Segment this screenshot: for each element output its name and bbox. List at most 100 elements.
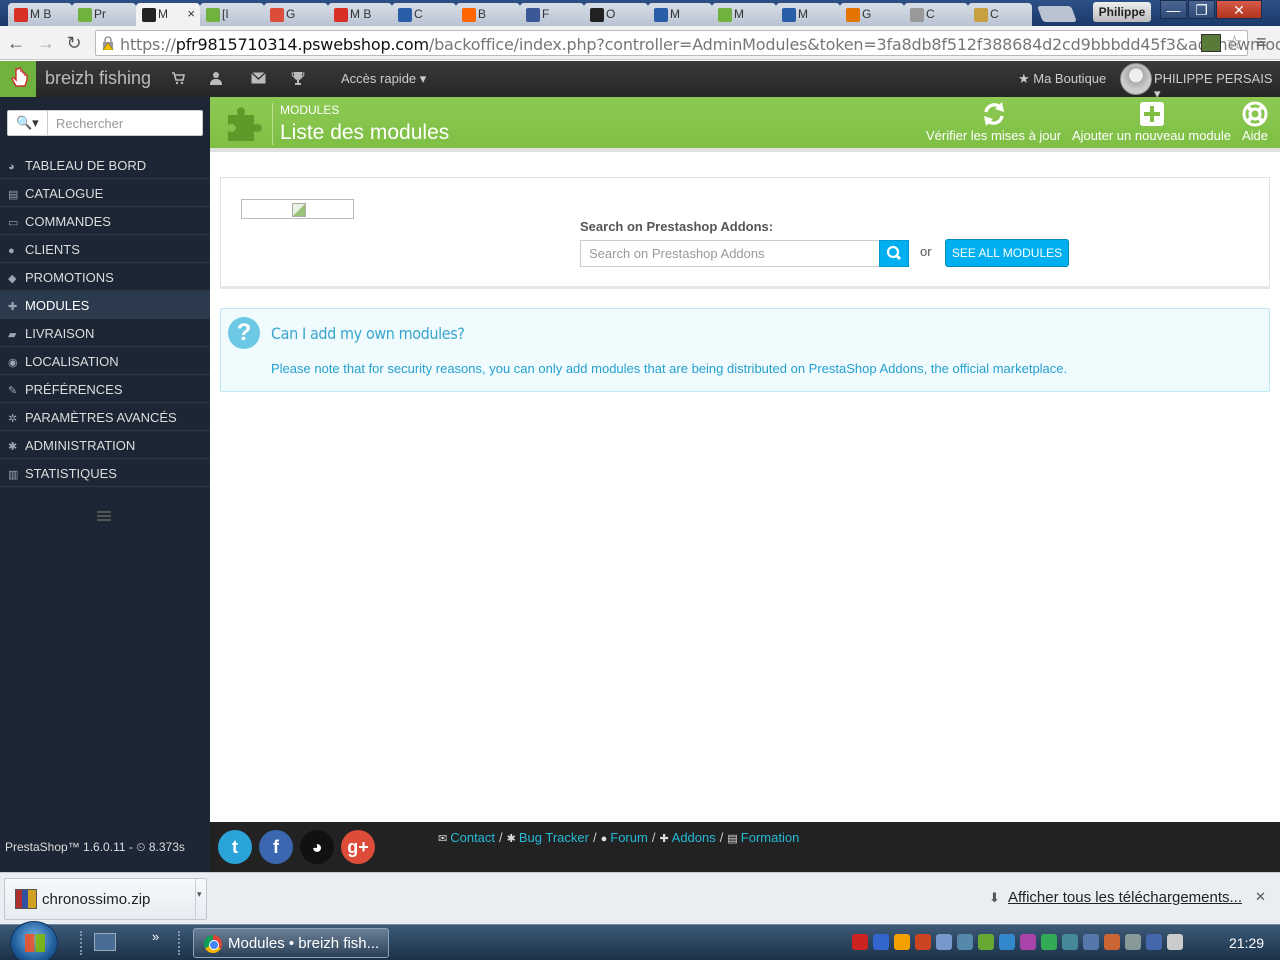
- sidebar-item-localisation[interactable]: ◉ LOCALISATION: [0, 347, 210, 375]
- close-icon[interactable]: ✕: [1255, 889, 1266, 905]
- search-input[interactable]: [50, 113, 200, 133]
- footer-link-forum[interactable]: Forum: [610, 830, 648, 845]
- extension-icon[interactable]: [1201, 34, 1221, 52]
- taskbar-grip-2[interactable]: [178, 931, 184, 955]
- browser-tab[interactable]: M B: [328, 3, 392, 26]
- browser-tab[interactable]: M: [776, 3, 840, 26]
- sidebar-item-label: PARAMÈTRES AVANCÉS: [25, 410, 177, 425]
- browser-tab[interactable]: F: [520, 3, 584, 26]
- shop-name-link[interactable]: breizh fishing: [45, 68, 151, 89]
- facebook-icon[interactable]: f: [259, 830, 293, 864]
- google-plus-icon[interactable]: g+: [341, 830, 375, 864]
- sidebar-item-promotions[interactable]: ◆ PROMOTIONS: [0, 263, 210, 291]
- sidebar-item-modules[interactable]: ✚ MODULES: [0, 291, 210, 319]
- tray-app-icon[interactable]: [852, 934, 868, 950]
- footer-link-contact[interactable]: Contact: [450, 830, 495, 845]
- trophy-icon[interactable]: [290, 71, 306, 87]
- reload-button[interactable]: ↻: [64, 33, 84, 53]
- tray-app-icon[interactable]: [1062, 934, 1078, 950]
- quick-launch-chevron[interactable]: »: [152, 929, 159, 944]
- start-button[interactable]: [10, 921, 58, 960]
- close-window-icon[interactable]: ✕: [1216, 0, 1262, 19]
- browser-tab[interactable]: [I: [200, 3, 264, 26]
- restore-icon[interactable]: ❐: [1188, 0, 1215, 19]
- tray-app-icon[interactable]: [873, 934, 889, 950]
- tray-app-icon[interactable]: [915, 934, 931, 950]
- footer-link-addons[interactable]: Addons: [672, 830, 716, 845]
- tab-label: G: [286, 7, 296, 21]
- sidebar-item-clients[interactable]: ● CLIENTS: [0, 235, 210, 263]
- sidebar-item-preferences[interactable]: ✎ PRÉFÉRENCES: [0, 375, 210, 403]
- addons-search-input[interactable]: [580, 240, 880, 267]
- sidebar-item-statistiques[interactable]: ▥ STATISTIQUES: [0, 459, 210, 487]
- twitter-icon[interactable]: t: [218, 830, 252, 864]
- show-desktop-icon[interactable]: [94, 933, 116, 951]
- prestashop-logo[interactable]: [0, 61, 36, 97]
- addons-search-button[interactable]: [879, 240, 909, 267]
- taskbar-chrome-window[interactable]: Modules • breizh fish...: [193, 928, 389, 958]
- sidebar-item-livraison[interactable]: ▰ LIVRAISON: [0, 319, 210, 347]
- new-tab-button[interactable]: [1037, 6, 1077, 22]
- tray-app-icon[interactable]: [1041, 934, 1057, 950]
- tray-app-icon[interactable]: [936, 934, 952, 950]
- add-module-button[interactable]: Ajouter un nouveau module: [1072, 101, 1231, 143]
- tray-app-icon[interactable]: [978, 934, 994, 950]
- tray-app-icon[interactable]: [999, 934, 1015, 950]
- tray-app-icon[interactable]: [894, 934, 910, 950]
- footer-link-formation[interactable]: Formation: [741, 830, 800, 845]
- collapse-menu-icon[interactable]: [97, 511, 111, 521]
- minimize-icon[interactable]: —: [1160, 0, 1187, 19]
- quick-access-dropdown[interactable]: Accès rapide ▾: [341, 71, 426, 87]
- browser-tab[interactable]: B: [456, 3, 520, 26]
- browser-tab[interactable]: G: [840, 3, 904, 26]
- tray-app-icon[interactable]: [1104, 934, 1120, 950]
- my-shop-link[interactable]: ★ Ma Boutique: [1018, 71, 1106, 87]
- sidebar-item-commandes[interactable]: ▭ COMMANDES: [0, 207, 210, 235]
- envelope-icon[interactable]: [250, 71, 266, 87]
- profile-button[interactable]: Philippe: [1093, 2, 1151, 22]
- browser-tab[interactable]: Pr: [72, 3, 136, 26]
- github-icon[interactable]: ◕: [300, 830, 334, 864]
- browser-tab[interactable]: M: [712, 3, 776, 26]
- page-title: Liste des modules: [280, 121, 450, 144]
- browser-tab[interactable]: M ×: [136, 3, 200, 27]
- help-button[interactable]: Aide: [1242, 101, 1268, 143]
- plus-square-icon: [1139, 102, 1164, 126]
- sidebar-item-parametres-avances[interactable]: ✲ PARAMÈTRES AVANCÉS: [0, 403, 210, 431]
- sidebar-item-administration[interactable]: ✱ ADMINISTRATION: [0, 431, 210, 459]
- close-tab-icon[interactable]: ×: [187, 6, 195, 21]
- tray-app-icon[interactable]: [1125, 934, 1141, 950]
- taskbar-grip[interactable]: [80, 931, 86, 955]
- chevron-down-icon[interactable]: ▾: [197, 889, 202, 900]
- cart-icon[interactable]: [170, 71, 186, 87]
- chrome-menu-icon[interactable]: ≡: [1256, 32, 1267, 53]
- back-button[interactable]: ←: [6, 33, 26, 53]
- forward-button[interactable]: →: [36, 33, 56, 53]
- user-icon[interactable]: [208, 71, 224, 87]
- footer-link-bug-tracker[interactable]: Bug Tracker: [519, 830, 589, 845]
- sidebar-item-catalogue[interactable]: ▤ CATALOGUE: [0, 179, 210, 207]
- tray-app-icon[interactable]: [957, 934, 973, 950]
- search-type-dropdown[interactable]: 🔍▾: [8, 111, 48, 135]
- browser-tab[interactable]: G: [264, 3, 328, 26]
- browser-tab[interactable]: C: [392, 3, 456, 26]
- taskbar-task-label: Modules • breizh fish...: [228, 935, 380, 952]
- see-all-modules-button[interactable]: SEE ALL MODULES: [945, 239, 1069, 267]
- browser-tab[interactable]: C: [968, 3, 1032, 26]
- clock[interactable]: 21:29: [1229, 935, 1264, 951]
- tray-app-icon[interactable]: [1146, 934, 1162, 950]
- browser-tab[interactable]: C: [904, 3, 968, 26]
- bookmark-star-icon[interactable]: ☆: [1226, 32, 1243, 55]
- address-bar[interactable]: https://pfr9815710314.pswebshop.com/back…: [95, 30, 1280, 56]
- browser-tab[interactable]: M B: [8, 3, 72, 26]
- tray-app-icon[interactable]: [1020, 934, 1036, 950]
- sidebar-item-tableau-de-bord[interactable]: ◕ TABLEAU DE BORD: [0, 151, 210, 179]
- show-all-downloads-link[interactable]: Afficher tous les téléchargements...: [1008, 889, 1242, 906]
- browser-tab[interactable]: O: [584, 3, 648, 26]
- tray-app-icon[interactable]: [1167, 934, 1183, 950]
- check-updates-button[interactable]: Vérifier les mises à jour: [926, 101, 1061, 143]
- download-item[interactable]: chronossimo.zip ▾: [4, 878, 207, 920]
- avatar[interactable]: [1120, 63, 1152, 95]
- browser-tab[interactable]: M: [648, 3, 712, 26]
- tray-app-icon[interactable]: [1083, 934, 1099, 950]
